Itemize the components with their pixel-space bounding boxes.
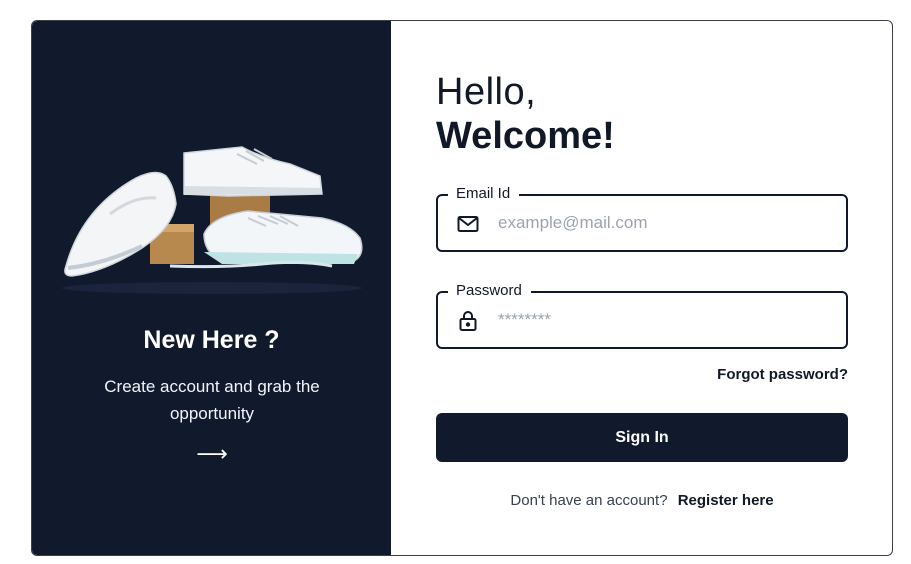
email-label: Email Id <box>448 185 520 202</box>
password-input[interactable] <box>496 305 830 335</box>
promo-title: New Here ? <box>143 326 280 354</box>
arrow-right-icon[interactable]: ⟶ <box>192 441 232 467</box>
register-prompt: Don't have an account? <box>510 492 668 509</box>
mail-icon <box>457 216 479 232</box>
greeting: Hello, <box>436 71 537 113</box>
email-field[interactable]: Email Id <box>436 185 848 252</box>
register-link[interactable]: Register here <box>678 492 774 509</box>
promo-subtitle: Create account and grab the opportunity <box>104 377 320 423</box>
page-title: Welcome! <box>436 115 615 157</box>
password-field[interactable]: Password <box>436 282 848 349</box>
forgot-password-link[interactable]: Forgot password? <box>717 366 848 383</box>
lock-icon <box>459 311 477 331</box>
register-prompt-line: Don't have an account? Register here <box>436 492 848 509</box>
promo-panel: New Here ? Create account and grab the o… <box>32 21 391 555</box>
email-input[interactable] <box>496 208 830 238</box>
login-card: New Here ? Create account and grab the o… <box>31 20 893 556</box>
login-form: Hello, Welcome! Email Id Password Forgot… <box>391 21 892 555</box>
password-label: Password <box>448 282 531 299</box>
sneakers-image <box>62 146 363 294</box>
sign-in-button[interactable]: Sign In <box>436 413 848 462</box>
